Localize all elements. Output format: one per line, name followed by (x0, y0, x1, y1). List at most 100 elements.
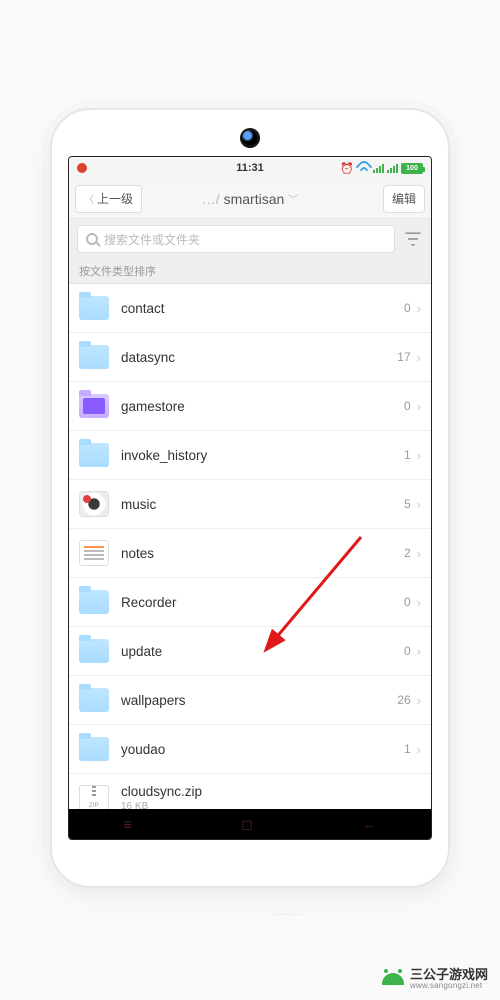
item-count: 0 (404, 595, 411, 609)
folder-icon (79, 296, 109, 320)
watermark-en: www.sangongzi.net (410, 982, 488, 990)
folder-icon (79, 639, 109, 663)
back-button[interactable]: 〈 上一级 (75, 185, 142, 213)
item-count: 17 (397, 350, 410, 364)
signal-1-icon (373, 164, 384, 173)
item-count: 5 (404, 497, 411, 511)
menu-key[interactable]: ≡ (124, 816, 132, 832)
item-name: notes (121, 546, 154, 561)
item-count: 2 (404, 546, 411, 560)
watermark-logo-icon (382, 973, 404, 985)
folder-icon (79, 443, 109, 467)
folder-icon (79, 737, 109, 761)
zip-icon: ZIP (79, 785, 109, 809)
item-meta: 1› (404, 448, 421, 463)
item-name: invoke_history (121, 448, 207, 463)
chevron-right-icon: › (417, 497, 421, 512)
item-name: update (121, 644, 162, 659)
screen: 11:31 ⏰ 100 〈 上一级 …/ smartisan ﹀ 编辑 (68, 156, 432, 840)
item-meta: 0› (404, 644, 421, 659)
item-name: datasync (121, 350, 175, 365)
item-count: 26 (397, 693, 410, 707)
chevron-down-icon: ﹀ (288, 191, 298, 206)
item-name: music (121, 497, 156, 512)
wifi-icon (357, 163, 370, 173)
item-name: contact (121, 301, 165, 316)
search-icon (86, 233, 98, 245)
item-name: Recorder (121, 595, 177, 610)
folder-icon (79, 688, 109, 712)
search-placeholder: 搜索文件或文件夹 (104, 231, 200, 248)
chevron-right-icon: › (417, 595, 421, 610)
music-icon (79, 491, 109, 517)
nav-bar: 〈 上一级 …/ smartisan ﹀ 编辑 (69, 179, 431, 219)
list-item[interactable]: update0› (69, 627, 431, 676)
item-name: cloudsync.zip16 KB (121, 784, 202, 809)
list-item[interactable]: gamestore0› (69, 382, 431, 431)
chevron-right-icon: › (417, 742, 421, 757)
list-item[interactable]: notes2› (69, 529, 431, 578)
item-subtext: 16 KB (121, 801, 202, 809)
list-item[interactable]: youdao1› (69, 725, 431, 774)
path-prefix: …/ (202, 191, 220, 207)
chevron-left-icon: 〈 (84, 191, 94, 206)
chevron-right-icon: › (417, 644, 421, 659)
item-count: 1 (404, 742, 411, 756)
search-row: 搜索文件或文件夹 (69, 219, 431, 259)
list-item[interactable]: datasync 17 › (69, 333, 431, 382)
watermark-cn: 三公子游戏网 (410, 968, 488, 982)
recording-indicator-icon (77, 163, 87, 173)
list-item[interactable]: music5› (69, 480, 431, 529)
chevron-right-icon: › (417, 301, 421, 316)
watermark: 三公子游戏网 www.sangongzi.net (382, 968, 488, 990)
file-list[interactable]: contact0›datasync17›gamestore0›invoke_hi… (69, 284, 431, 809)
signal-2-icon (387, 164, 398, 173)
item-meta: 0› (404, 301, 421, 316)
item-name: youdao (121, 742, 165, 757)
item-name: gamestore (121, 399, 185, 414)
battery-icon: 100 (401, 163, 423, 174)
status-time: 11:31 (236, 162, 264, 174)
sort-label: 按文件类型排序 (69, 259, 431, 284)
folder-icon (79, 590, 109, 614)
item-meta: 2› (404, 546, 421, 561)
notes-icon (79, 540, 109, 566)
phone-frame: 11:31 ⏰ 100 〈 上一级 …/ smartisan ﹀ 编辑 (50, 108, 450, 888)
item-meta: 1› (404, 742, 421, 757)
back-key[interactable]: ← (362, 816, 376, 832)
item-count: 0 (404, 644, 411, 658)
item-count: 1 (404, 448, 411, 462)
item-meta: 17 › (397, 350, 421, 365)
current-folder: smartisan (224, 191, 285, 207)
item-count: 0 (404, 301, 411, 315)
list-item[interactable]: Recorder0› (69, 578, 431, 627)
folder-icon (79, 394, 109, 418)
item-meta: 5› (404, 497, 421, 512)
item-meta: 26 › (397, 693, 421, 708)
decorative-squiggle: ﹏﹏ (270, 894, 300, 920)
front-camera (242, 130, 258, 146)
list-item[interactable]: wallpapers26› (69, 676, 431, 725)
item-meta: 0› (404, 595, 421, 610)
edit-button[interactable]: 编辑 (383, 185, 425, 213)
breadcrumb[interactable]: …/ smartisan ﹀ (202, 191, 299, 207)
list-item[interactable]: ZIP cloudsync.zip16 KB (69, 774, 431, 809)
item-count: 0 (404, 399, 411, 413)
soft-keys: ≡ ◻ ← (69, 809, 431, 839)
item-meta: 0› (404, 399, 421, 414)
chevron-right-icon: › (417, 448, 421, 463)
chevron-right-icon: › (417, 546, 421, 561)
folder-icon (79, 345, 109, 369)
alarm-icon: ⏰ (340, 162, 354, 175)
search-input[interactable]: 搜索文件或文件夹 (77, 225, 395, 253)
status-bar: 11:31 ⏰ 100 (69, 157, 431, 179)
filter-icon (403, 229, 423, 249)
list-item[interactable]: invoke_history1› (69, 431, 431, 480)
chevron-right-icon: › (417, 350, 421, 365)
filter-button[interactable] (403, 229, 423, 249)
list-item[interactable]: contact0› (69, 284, 431, 333)
home-key[interactable]: ◻ (241, 816, 253, 833)
edit-label: 编辑 (392, 190, 416, 207)
chevron-right-icon: › (417, 693, 421, 708)
chevron-right-icon: › (417, 399, 421, 414)
